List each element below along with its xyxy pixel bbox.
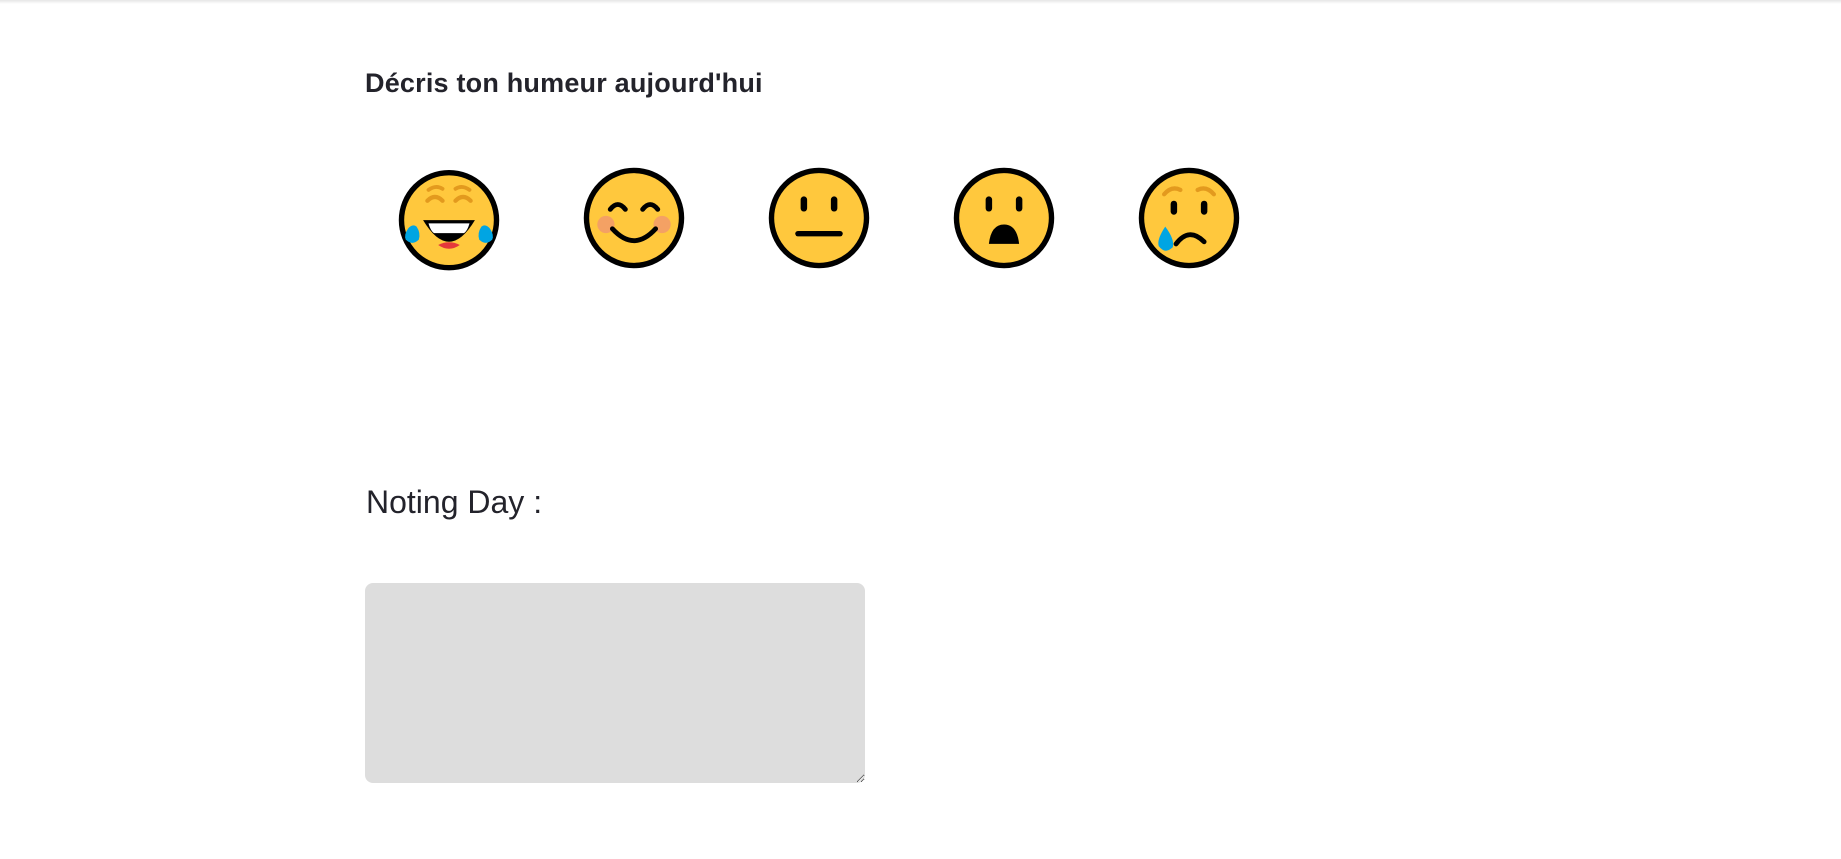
top-bar-shadow: [0, 0, 1841, 4]
mood-option-happy[interactable]: [580, 164, 688, 272]
crying-face-icon: [1138, 167, 1240, 269]
mood-option-neutral[interactable]: [765, 164, 873, 272]
face-with-tears-of-joy-icon: [398, 169, 500, 271]
mood-selector: [395, 164, 1243, 272]
neutral-face-icon: [768, 167, 870, 269]
noting-day-label: Noting Day :: [366, 484, 543, 520]
mood-option-laughing[interactable]: [395, 164, 503, 272]
mood-option-sad[interactable]: [950, 164, 1058, 272]
frowning-face-open-mouth-icon: [953, 167, 1055, 269]
mood-title: Décris ton humeur aujourd'hui: [365, 68, 763, 98]
smiling-face-icon: [583, 167, 685, 269]
noting-day-textarea[interactable]: [365, 583, 865, 783]
mood-option-crying[interactable]: [1135, 164, 1243, 272]
